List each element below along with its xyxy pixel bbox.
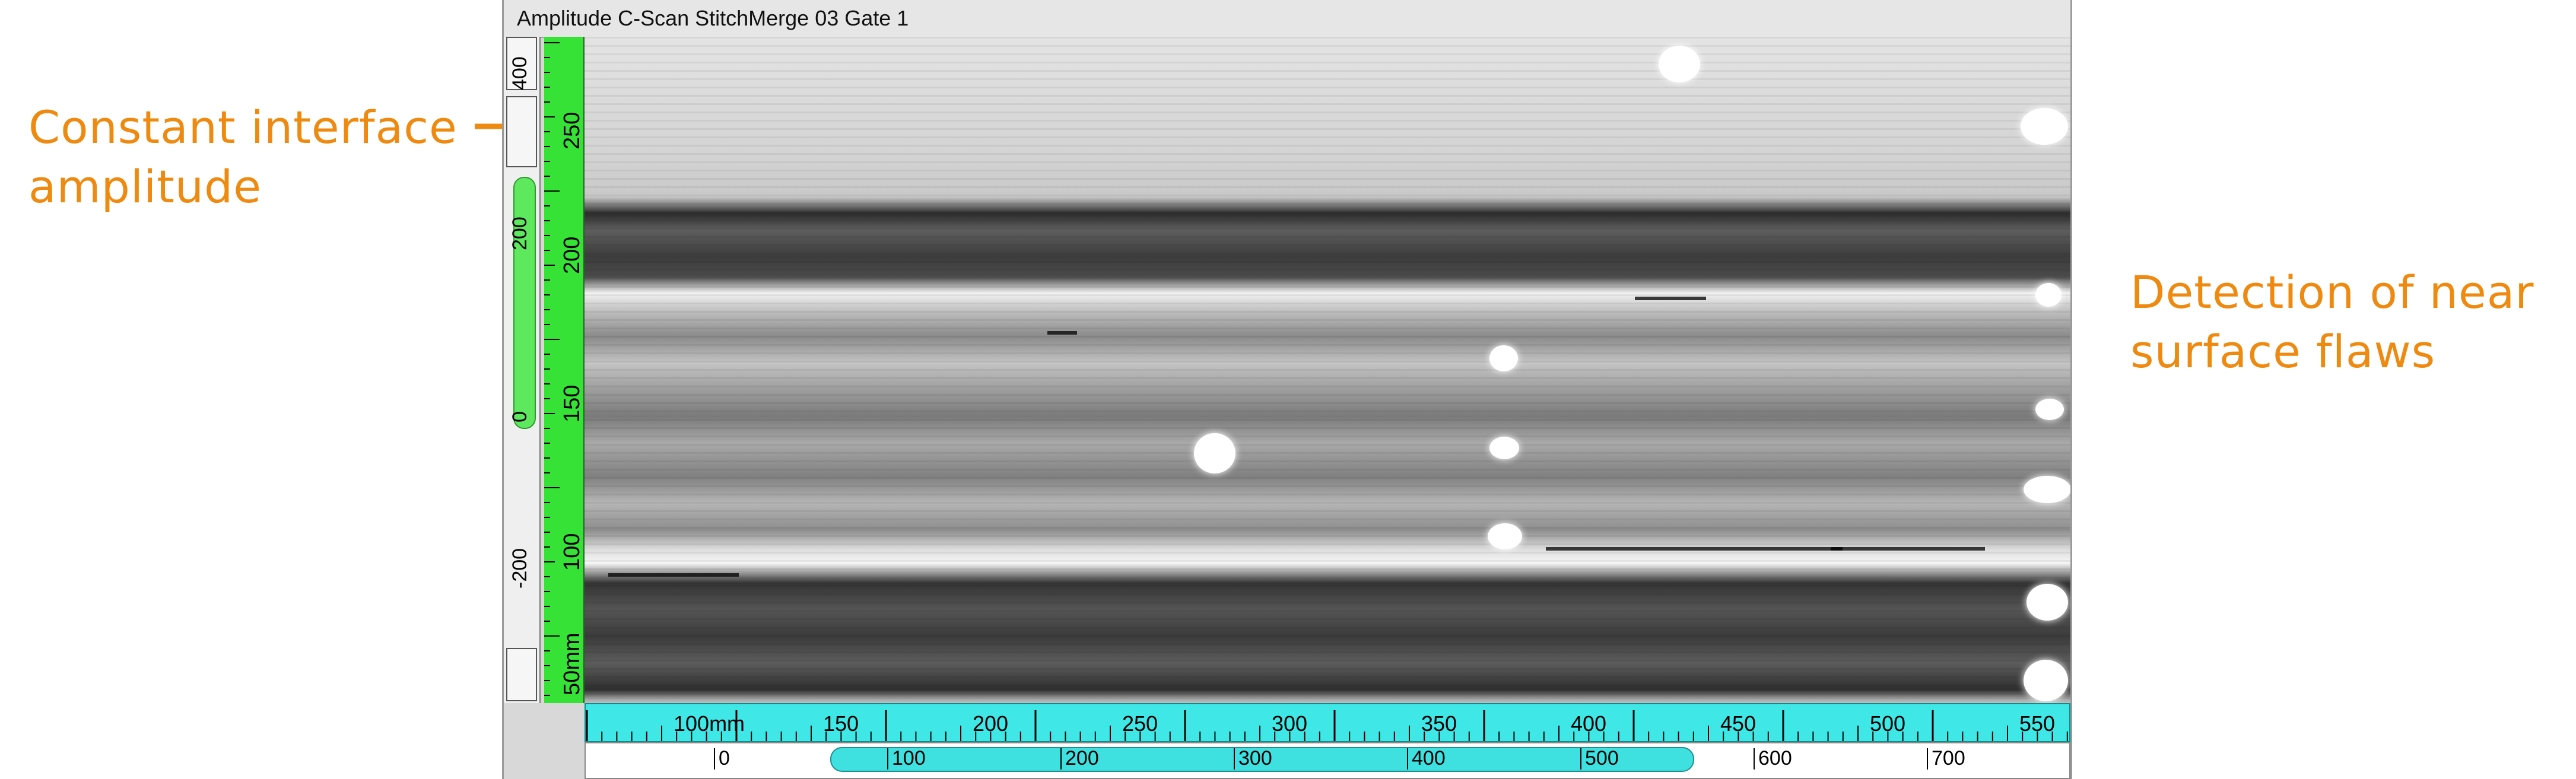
v-label-50mm: 50mm	[560, 632, 585, 695]
bright-spot	[2021, 108, 2068, 145]
scroll-tick	[1754, 748, 1755, 770]
scale-label-0: 0	[509, 411, 531, 422]
h-label-450: 450	[1720, 711, 1756, 736]
flaw-indication	[1546, 547, 1843, 551]
v-label-250: 250	[560, 112, 585, 150]
bright-spot	[1194, 433, 1235, 473]
scale-label-400: 400	[509, 56, 531, 90]
horizontal-position-ruler[interactable]: 100mm 150 200 250 300 350 400 450 500 55…	[585, 703, 2070, 742]
flaw-indication	[1635, 297, 1706, 300]
bright-spot	[2035, 283, 2062, 307]
cscan-window: Amplitude C-Scan StitchMerge 03 Gate 1 4…	[502, 0, 2072, 779]
cscan-image[interactable]	[585, 37, 2070, 703]
bright-spot	[1489, 437, 1519, 459]
v-label-150: 150	[560, 384, 585, 422]
amplitude-scale-thumb[interactable]	[513, 177, 536, 429]
scroll-tick	[714, 748, 715, 770]
vertical-position-ruler[interactable]: 250 200 150 100 50mm	[544, 37, 585, 703]
scroll-label-100: 100	[892, 747, 926, 770]
annotation-near-surface-flaws: Detection of near surface flaws	[2130, 266, 2534, 378]
v-label-200: 200	[560, 236, 585, 274]
scroll-label-0: 0	[719, 747, 730, 770]
h-label-350: 350	[1421, 711, 1457, 736]
scale-box-bottom	[506, 648, 537, 701]
scroll-label-500: 500	[1585, 747, 1619, 770]
bright-spot	[2027, 584, 2068, 621]
h-label-250: 250	[1122, 711, 1158, 736]
flaw-indication	[608, 573, 739, 577]
bright-spot	[2024, 660, 2068, 701]
amplitude-scale-ruler[interactable]: 400 200 0 -200	[504, 37, 541, 703]
h-label-550: 550	[2019, 711, 2056, 736]
scroll-label-200: 200	[1065, 747, 1099, 770]
scroll-tick	[1580, 748, 1581, 770]
scroll-label-400: 400	[1412, 747, 1446, 770]
scroll-tick	[1060, 748, 1062, 770]
ruler-corner	[504, 703, 585, 779]
horizontal-ruler-ticks	[586, 710, 2068, 741]
v-label-100: 100	[560, 533, 585, 571]
bright-spot	[2024, 476, 2070, 503]
bright-spot	[1659, 46, 1700, 82]
window-title: Amplitude C-Scan StitchMerge 03 Gate 1	[517, 6, 909, 30]
title-bar: Amplitude C-Scan StitchMerge 03 Gate 1	[504, 0, 2070, 38]
scroll-label-700: 700	[1932, 747, 1965, 770]
scroll-tick	[887, 748, 888, 770]
h-label-100mm: 100mm	[674, 711, 745, 736]
scroll-tick	[1234, 748, 1235, 770]
h-label-200: 200	[973, 711, 1009, 736]
bright-spot	[1488, 523, 1522, 549]
scroll-tick	[1927, 748, 1928, 770]
h-label-400: 400	[1571, 711, 1607, 736]
flaw-indication	[1831, 547, 1985, 551]
bright-spot	[2035, 399, 2064, 420]
annotation-constant-interface: Constant interface amplitude	[28, 101, 458, 213]
h-label-300: 300	[1272, 711, 1308, 736]
h-label-150: 150	[823, 711, 859, 736]
horizontal-scrollbar[interactable]: 0 100 200 300 400 500 600 700	[585, 742, 2070, 779]
scale-label-200: 200	[509, 217, 531, 250]
bright-spot	[1489, 345, 1518, 371]
h-label-500: 500	[1870, 711, 1906, 736]
scroll-label-300: 300	[1238, 747, 1272, 770]
scale-box-upper	[506, 96, 537, 167]
scroll-label-600: 600	[1758, 747, 1792, 770]
scale-label-neg200: -200	[509, 548, 531, 589]
flaw-indication	[1047, 331, 1077, 335]
scroll-tick	[1407, 748, 1408, 770]
